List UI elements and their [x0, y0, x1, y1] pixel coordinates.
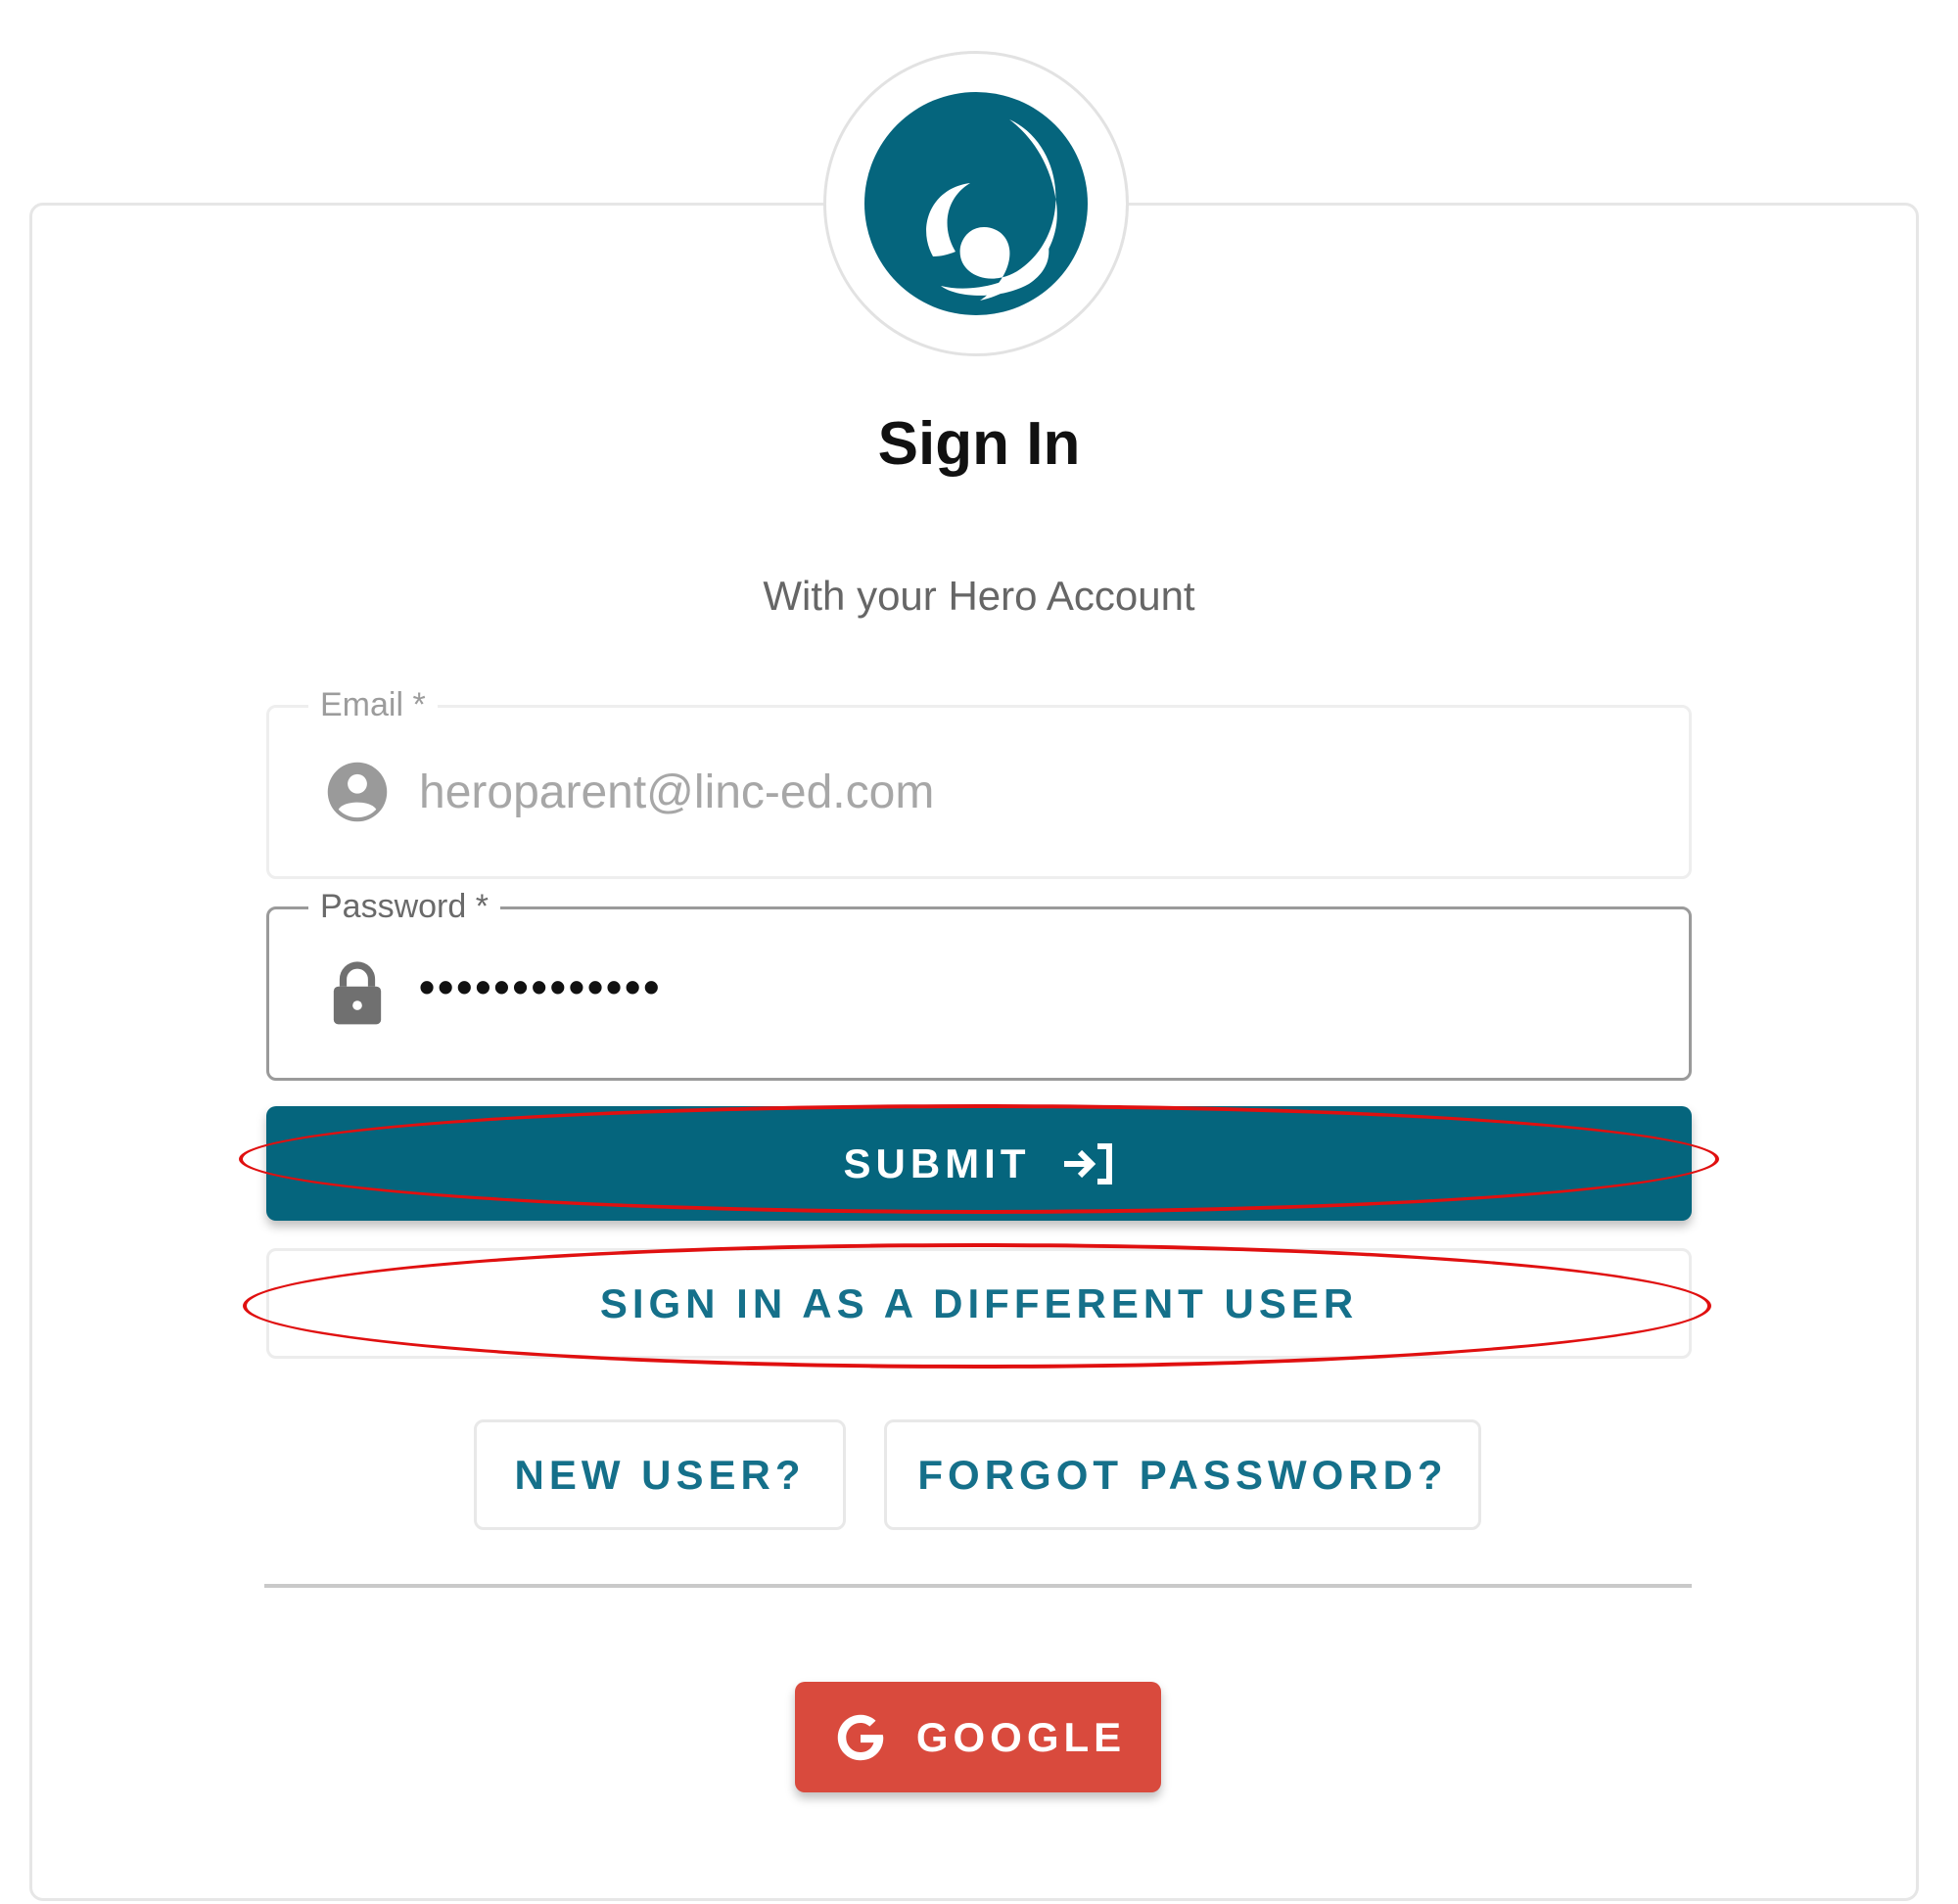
email-field[interactable]: Email * heroparent@linc-ed.com [266, 678, 1692, 879]
submit-button[interactable]: SUBMIT [266, 1106, 1692, 1221]
forgot-password-label: FORGOT PASSWORD? [917, 1451, 1448, 1498]
lock-icon [323, 959, 392, 1028]
submit-label: SUBMIT [843, 1139, 1031, 1186]
google-icon [830, 1707, 891, 1768]
account-circle-icon [323, 758, 392, 826]
page-subtitle: With your Hero Account [763, 573, 1195, 619]
different-user-button[interactable]: SIGN IN AS A DIFFERENT USER [266, 1248, 1692, 1359]
page-title: Sign In [877, 410, 1081, 478]
email-label: Email * [308, 678, 438, 731]
google-sign-in-button[interactable]: GOOGLE [795, 1682, 1161, 1792]
login-icon [1060, 1139, 1115, 1188]
email-value: heroparent@linc-ed.com [419, 766, 935, 818]
password-field[interactable]: Password * ••••••••••••• [266, 880, 1692, 1081]
divider [264, 1584, 1692, 1588]
hero-logo-icon [864, 92, 1088, 315]
logo-badge [823, 51, 1129, 356]
password-value: ••••••••••••• [419, 961, 663, 1012]
sign-in-page: Sign In With your Hero Account Email * h… [0, 0, 1958, 1904]
new-user-label: NEW USER? [514, 1451, 806, 1498]
new-user-button[interactable]: NEW USER? [474, 1419, 846, 1530]
different-user-label: SIGN IN AS A DIFFERENT USER [599, 1279, 1359, 1326]
forgot-password-button[interactable]: FORGOT PASSWORD? [884, 1419, 1481, 1530]
password-label: Password * [308, 880, 500, 933]
google-label: GOOGLE [915, 1713, 1127, 1760]
